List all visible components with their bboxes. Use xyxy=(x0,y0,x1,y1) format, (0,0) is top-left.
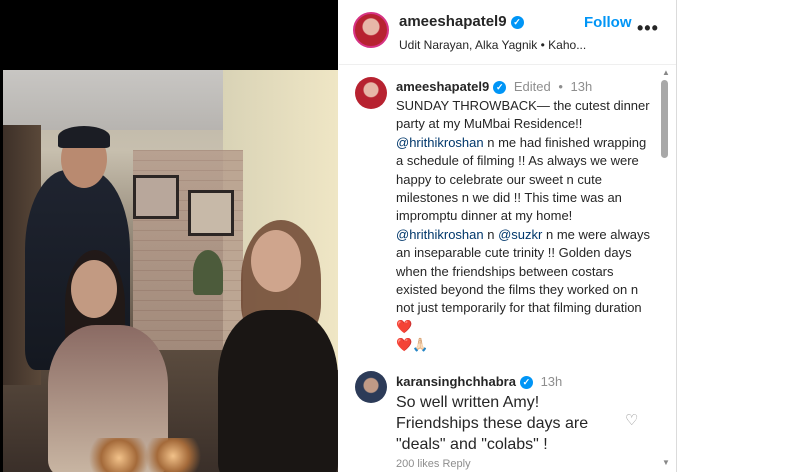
heart-outline-icon[interactable]: ♡ xyxy=(625,411,638,429)
post-header: ameeshapatel9 ✓ Follow ••• Udit Narayan, … xyxy=(339,0,676,65)
post-media[interactable] xyxy=(0,0,338,472)
photo-candles xyxy=(83,438,203,472)
commenter-username[interactable]: karansinghchhabra xyxy=(396,374,516,389)
author-username[interactable]: ameeshapatel9 ✓ xyxy=(399,13,524,30)
author-username-text[interactable]: ameeshapatel9 xyxy=(399,13,507,30)
more-options-icon[interactable]: ••• xyxy=(637,18,659,39)
photo-person-head xyxy=(71,260,117,318)
verified-badge-icon: ✓ xyxy=(519,376,533,389)
heart-emoji: ❤️ xyxy=(396,337,413,353)
caption-username[interactable]: ameeshapatel9 xyxy=(396,79,489,94)
mention-link[interactable]: @hrithikroshan xyxy=(396,227,484,242)
comment-header: karansinghchhabra ✓ 13h xyxy=(396,374,562,389)
photo-plant xyxy=(193,250,223,295)
verified-badge-icon: ✓ xyxy=(493,81,507,94)
caption-edited: Edited xyxy=(513,79,551,94)
mention-link[interactable]: @hrithikroshan xyxy=(396,135,484,150)
post-dialog: ameeshapatel9 ✓ Follow ••• Udit Narayan, … xyxy=(0,0,677,472)
caption-text-part: n xyxy=(483,226,499,242)
heart-emoji: ❤️ xyxy=(396,318,413,334)
audio-subtitle[interactable]: Udit Narayan, Alka Yagnik • Kaho... xyxy=(399,38,586,52)
photo-ceiling xyxy=(3,70,233,130)
photo-cap xyxy=(58,126,110,148)
comments-panel[interactable]: ameeshapatel9 ✓ Edited • 13h SUNDAY THROW… xyxy=(339,65,676,472)
caption-text: SUNDAY THROWBACK— the cutest dinner part… xyxy=(396,97,654,355)
caption-header: ameeshapatel9 ✓ Edited • 13h xyxy=(396,79,592,94)
caption-avatar[interactable] xyxy=(355,77,387,109)
verified-badge-icon: ✓ xyxy=(510,16,524,29)
follow-button[interactable]: Follow xyxy=(584,14,632,31)
photo-person-head xyxy=(251,230,301,292)
comments-scrollbar[interactable] xyxy=(661,80,668,158)
scroll-up-arrow-icon[interactable]: ▲ xyxy=(662,68,670,77)
folded-hands-emoji: 🙏🏻 xyxy=(412,337,429,353)
scroll-down-arrow-icon[interactable]: ▼ xyxy=(662,458,670,467)
caption-separator: • xyxy=(558,79,563,94)
commenter-avatar[interactable] xyxy=(355,371,387,403)
photo-wall-frame xyxy=(188,190,234,236)
comment-actions[interactable]: 200 likes Reply xyxy=(396,458,471,470)
mention-link[interactable]: @suzkr xyxy=(498,227,542,242)
photo-person xyxy=(218,310,338,472)
comment-time[interactable]: 13h xyxy=(541,374,563,389)
caption-text-part: SUNDAY THROWBACK— the cutest dinner part… xyxy=(396,98,650,132)
author-avatar[interactable] xyxy=(353,12,389,48)
photo-wall-frame xyxy=(133,175,179,219)
caption-time[interactable]: 13h xyxy=(571,79,593,94)
post-photo[interactable] xyxy=(3,70,338,472)
comment-text: So well written Amy! Friendships these d… xyxy=(396,394,589,453)
